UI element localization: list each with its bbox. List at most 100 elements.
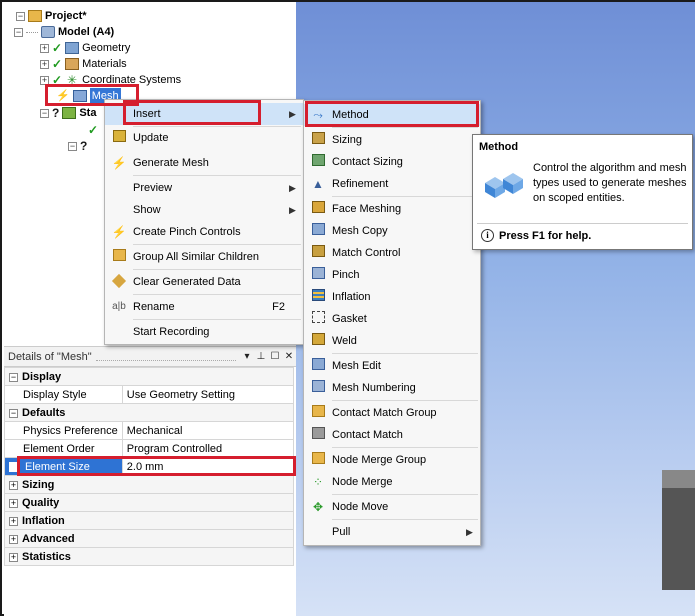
sizing-icon: [304, 129, 332, 151]
table-row[interactable]: Physics Preference Mechanical: [4, 421, 295, 440]
tree-item-coordinate-systems[interactable]: + ✓ ✳ Coordinate Systems: [40, 72, 181, 88]
group-inflation[interactable]: + Inflation: [4, 511, 294, 530]
tree-item-child[interactable]: ✓: [88, 122, 98, 138]
tree-label: Coordinate Systems: [82, 74, 182, 86]
lightning-icon: ⚡: [111, 225, 127, 239]
collapse-icon[interactable]: −: [9, 408, 18, 418]
menu-item-contact-sizing[interactable]: Contact Sizing: [304, 151, 480, 173]
menu-item-pull[interactable]: Pull ▶: [304, 521, 480, 543]
question-icon: ?: [52, 106, 60, 120]
menu-item-mesh-edit[interactable]: Mesh Edit: [304, 355, 480, 377]
expand-icon[interactable]: +: [40, 43, 49, 53]
check-icon: ✓: [52, 57, 63, 71]
expand-icon[interactable]: +: [9, 480, 18, 490]
model-icon: [41, 26, 55, 38]
checkbox[interactable]: [9, 461, 19, 472]
tree-item-model[interactable]: − Model (A4): [14, 24, 114, 40]
menu-item-create-pinch-controls[interactable]: ⚡ Create Pinch Controls: [105, 221, 303, 243]
method-blocks-icon: [485, 173, 523, 198]
collapse-icon[interactable]: −: [16, 11, 25, 21]
menu-item-inflation[interactable]: Inflation: [304, 286, 480, 308]
menu-item-sizing[interactable]: Sizing: [304, 129, 480, 151]
tree-item-solution[interactable]: − ?: [68, 138, 87, 154]
tree-label: Geometry: [82, 42, 131, 54]
materials-icon: [65, 58, 80, 70]
mesh-numbering-icon: [304, 377, 332, 399]
menu-item-method[interactable]: ⤳ Method: [304, 104, 480, 126]
menu-item-clear-generated-data[interactable]: Clear Generated Data: [105, 271, 303, 293]
tooltip-description: Control the algorithm and mesh types use…: [533, 162, 687, 204]
mesh-edit-icon: [304, 355, 332, 377]
menu-item-gasket[interactable]: Gasket: [304, 308, 480, 330]
menu-item-generate-mesh[interactable]: ⚡ Generate Mesh: [105, 152, 303, 174]
folder-icon: [105, 246, 133, 268]
chevron-right-icon: ▶: [289, 183, 296, 193]
tree-item-project[interactable]: − Project*: [16, 8, 87, 24]
pin-icon[interactable]: ▾: [240, 347, 254, 367]
mesh-icon: [72, 90, 87, 102]
refinement-icon: ▲: [312, 177, 324, 191]
menu-item-node-merge[interactable]: ⁘ Node Merge: [304, 471, 480, 493]
tree-item-static-structural[interactable]: − ? Sta: [40, 105, 96, 121]
menu-item-weld[interactable]: Weld: [304, 330, 480, 352]
method-icon: ⤳: [313, 108, 323, 122]
tree-item-geometry[interactable]: + ✓ Geometry: [40, 40, 130, 56]
expand-icon[interactable]: +: [9, 498, 18, 508]
table-row[interactable]: Element Order Program Controlled: [4, 439, 295, 458]
menu-item-update[interactable]: Update: [105, 127, 303, 149]
menu-item-start-recording[interactable]: Start Recording: [105, 321, 303, 343]
expand-icon[interactable]: +: [9, 534, 18, 544]
menu-item-contact-match-group[interactable]: Contact Match Group: [304, 402, 480, 424]
contact-match-group-icon: [304, 402, 332, 424]
chevron-right-icon: ▶: [289, 205, 296, 215]
table-row-element-size[interactable]: Element Size 2.0 mm: [4, 457, 295, 476]
autohide-icon[interactable]: ⊥: [254, 347, 268, 367]
collapse-icon[interactable]: −: [68, 141, 77, 151]
menu-item-face-meshing[interactable]: Face Meshing: [304, 198, 480, 220]
collapse-icon[interactable]: −: [9, 372, 18, 382]
maximize-icon[interactable]: ☐: [268, 347, 282, 367]
tooltip-title: Method: [479, 141, 519, 153]
menu-item-node-merge-group[interactable]: Node Merge Group: [304, 449, 480, 471]
expand-icon[interactable]: +: [40, 59, 49, 69]
tree-item-materials[interactable]: + ✓ Materials: [40, 56, 127, 72]
collapse-icon[interactable]: −: [14, 27, 23, 37]
group-defaults[interactable]: − Defaults: [4, 403, 294, 422]
menu-item-mesh-copy[interactable]: Mesh Copy: [304, 220, 480, 242]
expand-icon[interactable]: +: [9, 516, 18, 526]
menu-item-pinch[interactable]: Pinch: [304, 264, 480, 286]
menu-item-mesh-numbering[interactable]: Mesh Numbering: [304, 377, 480, 399]
menu-item-group-all-similar-children[interactable]: Group All Similar Children: [105, 246, 303, 268]
details-header: Details of "Mesh" ▾ ⊥ ☐ ✕: [4, 347, 296, 367]
group-display[interactable]: − Display: [4, 367, 294, 386]
collapse-icon[interactable]: −: [40, 108, 49, 118]
menu-item-refinement[interactable]: ▲ Refinement: [304, 173, 480, 195]
details-panel: Details of "Mesh" ▾ ⊥ ☐ ✕ − Display Displ…: [4, 346, 296, 616]
expand-icon[interactable]: +: [40, 75, 49, 85]
details-title: Details of "Mesh": [8, 350, 92, 363]
menu-item-match-control[interactable]: Match Control: [304, 242, 480, 264]
tooltip-help: i Press F1 for help.: [481, 229, 591, 242]
tree-label: Sta: [79, 107, 97, 119]
group-quality[interactable]: + Quality: [4, 493, 294, 512]
element-size-field[interactable]: 2.0 mm: [121, 457, 295, 476]
menu-item-preview[interactable]: Preview ▶: [105, 177, 303, 199]
menu-item-insert[interactable]: Insert ▶: [105, 103, 303, 125]
group-sizing[interactable]: + Sizing: [4, 475, 294, 494]
mesh-copy-icon: [304, 220, 332, 242]
info-icon: i: [481, 229, 494, 242]
menu-item-show[interactable]: Show ▶: [105, 199, 303, 221]
project-icon: [28, 10, 42, 22]
expand-icon[interactable]: +: [9, 552, 18, 562]
question-icon: ?: [80, 139, 88, 153]
group-advanced[interactable]: + Advanced: [4, 529, 294, 548]
menu-item-node-move[interactable]: ✥ Node Move: [304, 496, 480, 518]
tree-label: Project*: [45, 10, 87, 22]
menu-item-rename[interactable]: a|b Rename F2: [105, 296, 303, 318]
group-statistics[interactable]: + Statistics: [4, 547, 294, 566]
close-icon[interactable]: ✕: [282, 347, 296, 367]
table-row[interactable]: Display Style Use Geometry Setting: [4, 385, 295, 404]
inflation-icon: [304, 286, 332, 308]
menu-item-contact-match[interactable]: Contact Match: [304, 424, 480, 446]
coordinate-systems-icon: ✳: [67, 73, 78, 87]
